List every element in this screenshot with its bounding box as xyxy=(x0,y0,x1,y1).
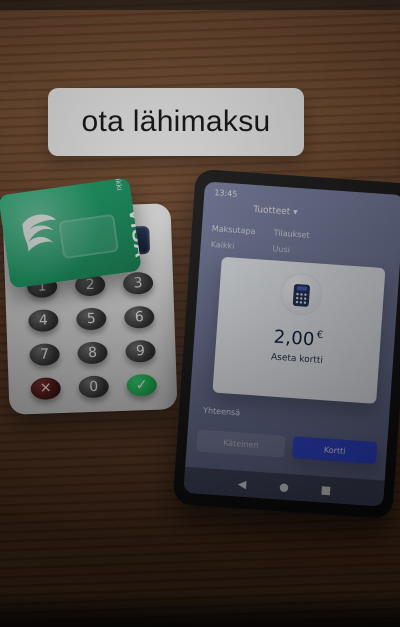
card-reader-icon xyxy=(280,273,323,316)
keypad-key-3[interactable]: 3 xyxy=(122,271,154,295)
cash-button[interactable]: Käteinen xyxy=(196,429,286,458)
app-title[interactable]: Tuotteet ▾ xyxy=(253,205,298,218)
bottom-buttons: Käteinen Kortti xyxy=(196,429,378,465)
payment-modal: 2,00€ Aseta kortti xyxy=(212,256,386,404)
header-col-2: Tilaukset xyxy=(273,228,310,240)
keypad-key-9[interactable]: 9 xyxy=(125,339,156,363)
recent-apps-icon[interactable]: ■ xyxy=(320,483,333,497)
keypad-key-ok[interactable]: ✓ xyxy=(126,373,158,397)
total-label: Yhteensä xyxy=(202,405,241,418)
keypad-key-8[interactable]: 8 xyxy=(77,341,108,365)
header-sub-1: Kaikki xyxy=(210,239,235,251)
caption-text: ota lähimaksu xyxy=(81,105,271,138)
back-icon[interactable]: ◀ xyxy=(236,477,249,491)
bottom-shadow xyxy=(0,593,400,627)
photo-scene: ota lähimaksu 123456789✕0✓ S-Pankki VISA… xyxy=(0,0,400,627)
payment-amount-value: 2,00 xyxy=(272,326,316,351)
keypad-key-5[interactable]: 5 xyxy=(75,307,107,331)
keypad-key-cancel[interactable]: ✕ xyxy=(30,377,62,401)
keypad-key-7[interactable]: 7 xyxy=(29,343,60,367)
keypad-key-4[interactable]: 4 xyxy=(28,309,59,333)
header-sub-2: Uusi xyxy=(272,244,291,255)
reader-keypad-icon xyxy=(292,284,310,307)
android-nav-bar: ◀ ● ■ xyxy=(183,466,385,507)
payment-card: S-Pankki VISA xyxy=(0,177,142,289)
top-edge xyxy=(0,0,400,10)
card-reader-keypad: 1 2 3 4 5 6 7 8 9 ✕ 0 ✓ xyxy=(17,271,171,402)
keypad-key-0[interactable]: 0 xyxy=(78,375,110,399)
card-button[interactable]: Kortti xyxy=(292,436,378,465)
card-bank-text: S-Pankki xyxy=(111,177,125,191)
payment-amount-currency: € xyxy=(316,329,324,342)
tablet-device: 13:45 Tuotteet ▾ Maksutapa Tilaukset Kai… xyxy=(172,168,400,520)
header-col-1: Maksutapa xyxy=(211,223,256,237)
status-time: 13:45 xyxy=(214,188,238,199)
tablet-screen: 13:45 Tuotteet ▾ Maksutapa Tilaukset Kai… xyxy=(183,181,400,507)
keypad-key-6[interactable]: 6 xyxy=(123,305,155,329)
caption-bubble: ota lähimaksu xyxy=(48,88,304,156)
card-pattern xyxy=(58,213,120,260)
home-icon[interactable]: ● xyxy=(278,480,291,494)
